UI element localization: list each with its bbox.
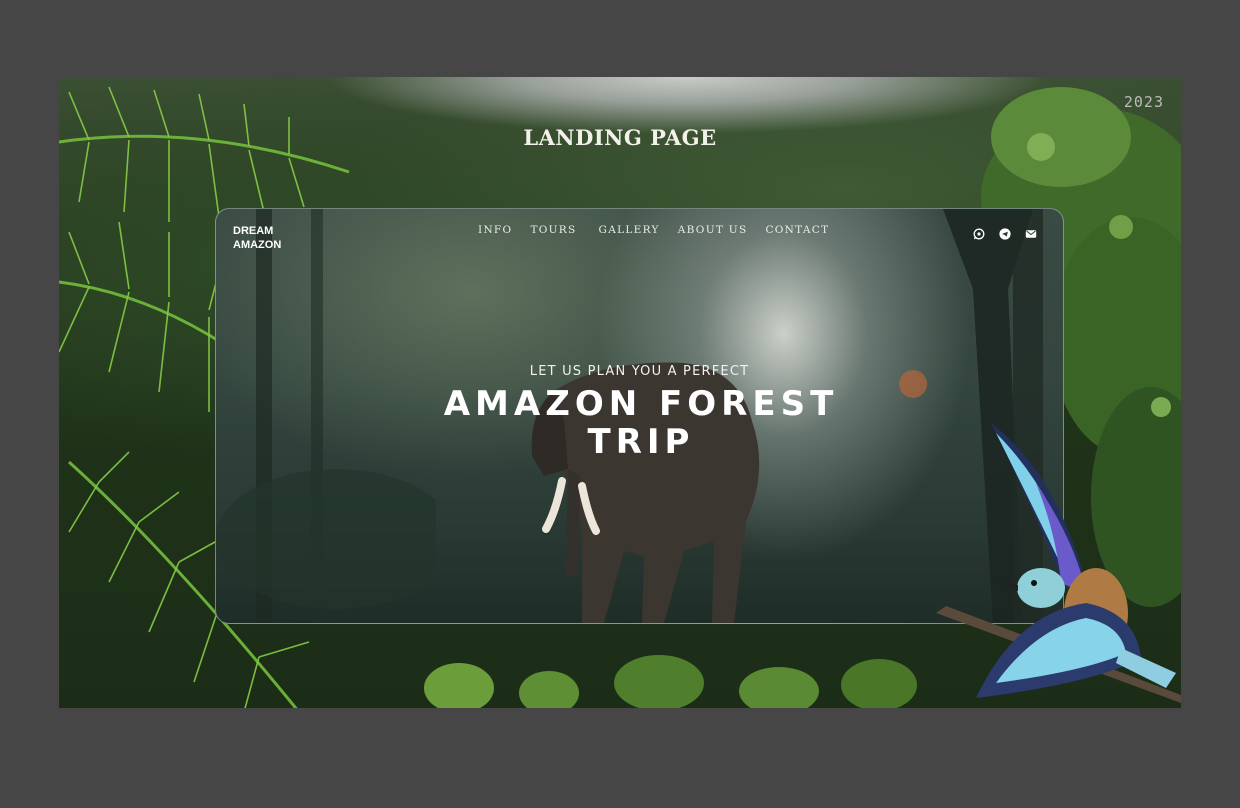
brand-logo[interactable]: DREAM AMAZON xyxy=(233,224,313,252)
nav-about-us[interactable]: ABOUT US xyxy=(678,224,748,236)
social-links xyxy=(973,225,1037,240)
year-label: 2023 xyxy=(1123,93,1164,111)
nav-gallery[interactable]: GALLERY xyxy=(599,224,660,236)
nav-info[interactable]: INFO xyxy=(478,224,512,236)
hero-title-line-2: TRIP xyxy=(587,422,695,462)
nav-contact[interactable]: CONTACT xyxy=(765,224,829,236)
bird-image xyxy=(936,423,1181,703)
main-nav: INFO TOURS GALLERY ABOUT US CONTACT xyxy=(478,224,847,236)
page-title: LANDING PAGE xyxy=(523,125,717,150)
hero-title: AMAZON FOREST TRIP xyxy=(416,385,866,461)
landing-page-frame: 2023 LANDING PAGE DREAM AMAZON INFO TOUR… xyxy=(59,77,1181,708)
nav-tours[interactable]: TOURS xyxy=(530,224,576,236)
hero-title-line-1: AMAZON FOREST xyxy=(443,384,839,424)
telegram-icon[interactable] xyxy=(999,225,1011,240)
hero-subtitle: LET US PLAN YOU A PERFECT xyxy=(529,364,750,379)
brand-line-2: AMAZON xyxy=(233,239,282,251)
foreground-plants xyxy=(424,655,917,708)
brand-line-1: DREAM xyxy=(233,225,274,237)
mail-icon[interactable] xyxy=(1025,225,1037,238)
whatsapp-icon[interactable] xyxy=(973,225,985,240)
forest-trees-left xyxy=(216,209,436,623)
